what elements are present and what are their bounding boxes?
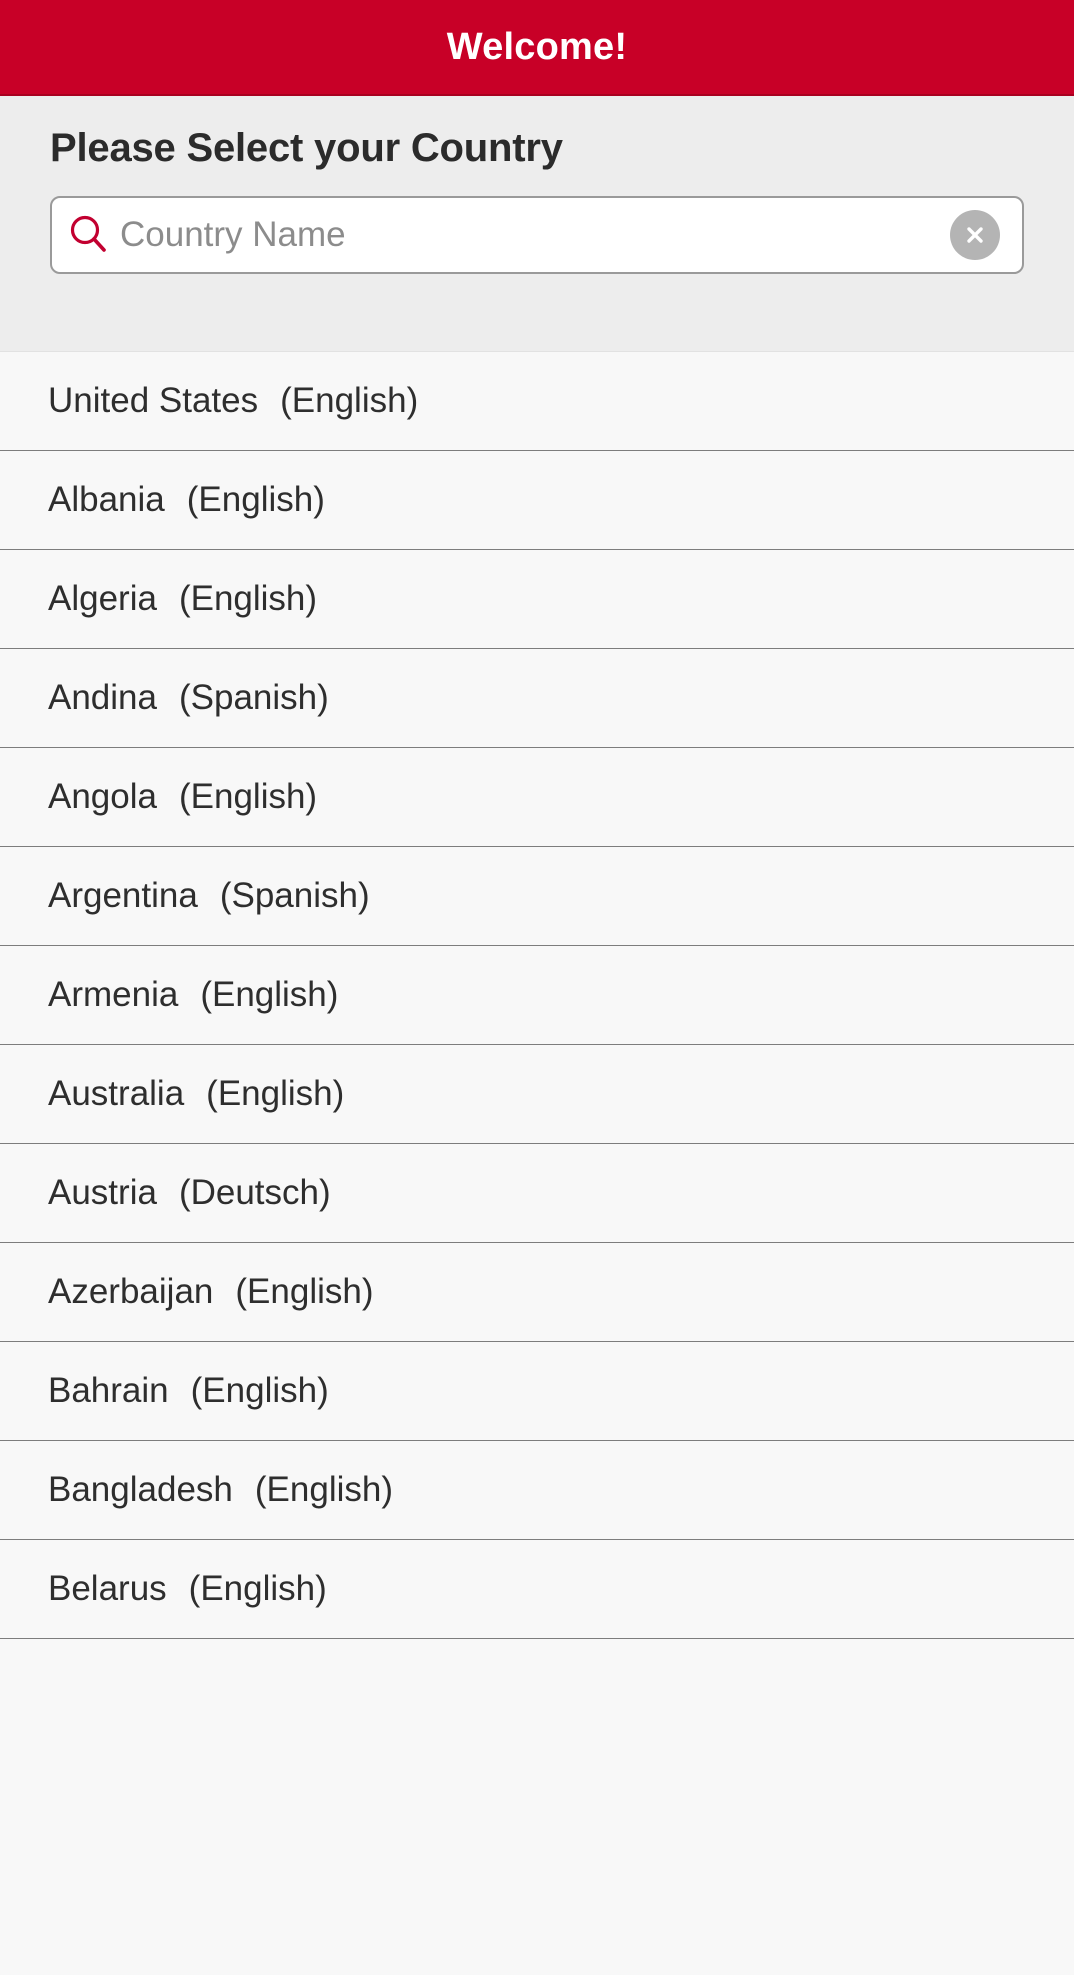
country-list-item[interactable]: Andina (Spanish) (0, 649, 1074, 748)
country-name: Australia (48, 1074, 185, 1113)
country-list-item[interactable]: Belarus (English) (0, 1540, 1074, 1639)
country-list-item[interactable]: Austria (Deutsch) (0, 1144, 1074, 1243)
country-language: (English) (254, 1470, 393, 1509)
country-list-item[interactable]: Bangladesh (English) (0, 1441, 1074, 1540)
country-language: (English) (178, 579, 318, 618)
country-list[interactable]: United States (English) Albania (English) Al… (0, 352, 1074, 1975)
country-name: Angola (48, 777, 157, 816)
country-list-item[interactable]: Armenia (English) (0, 946, 1074, 1045)
country-name: Argentina (48, 876, 198, 915)
country-name: Algeria (48, 579, 157, 618)
country-list-item[interactable]: Argentina (Spanish) (0, 847, 1074, 946)
country-language: (Spanish) (178, 678, 329, 717)
country-name: Belarus (48, 1569, 167, 1608)
country-language: (Deutsch) (178, 1173, 331, 1212)
country-name: Albania (48, 480, 165, 519)
search-field-container[interactable] (50, 196, 1024, 274)
search-input[interactable] (112, 198, 950, 272)
country-list-item[interactable]: Algeria (English) (0, 550, 1074, 649)
search-icon (66, 212, 112, 258)
country-list-item[interactable]: Angola (English) (0, 748, 1074, 847)
country-list-item[interactable]: Australia (English) (0, 1045, 1074, 1144)
search-panel: Please Select your Country (0, 96, 1074, 352)
country-name: Azerbaijan (48, 1272, 214, 1311)
clear-search-button[interactable] (950, 210, 1000, 260)
country-name: United States (48, 381, 259, 420)
country-name: Andina (48, 678, 157, 717)
country-list-item[interactable]: Albania (English) (0, 451, 1074, 550)
country-language: (English) (235, 1272, 374, 1311)
country-name: Bangladesh (48, 1470, 233, 1509)
country-list-item[interactable]: Bahrain (English) (0, 1342, 1074, 1441)
country-language: (Spanish) (219, 876, 370, 915)
country-language: (English) (280, 381, 419, 420)
country-language: (English) (206, 1074, 345, 1113)
select-country-prompt: Please Select your Country (50, 126, 563, 170)
country-list-item[interactable]: Azerbaijan (English) (0, 1243, 1074, 1342)
country-language: (English) (190, 1371, 329, 1410)
country-selection-screen: Welcome! Please Select your Country Unit… (0, 0, 1074, 1975)
country-language: (English) (188, 1569, 327, 1608)
country-name: Austria (48, 1173, 157, 1212)
country-language: (English) (186, 480, 325, 519)
close-icon (967, 227, 983, 243)
country-name: Armenia (48, 975, 179, 1014)
country-name: Bahrain (48, 1371, 169, 1410)
country-language: (English) (178, 777, 318, 816)
app-header: Welcome! (0, 0, 1074, 96)
country-language: (English) (200, 975, 339, 1014)
page-title: Welcome! (446, 25, 628, 68)
country-list-item[interactable]: United States (English) (0, 352, 1074, 451)
